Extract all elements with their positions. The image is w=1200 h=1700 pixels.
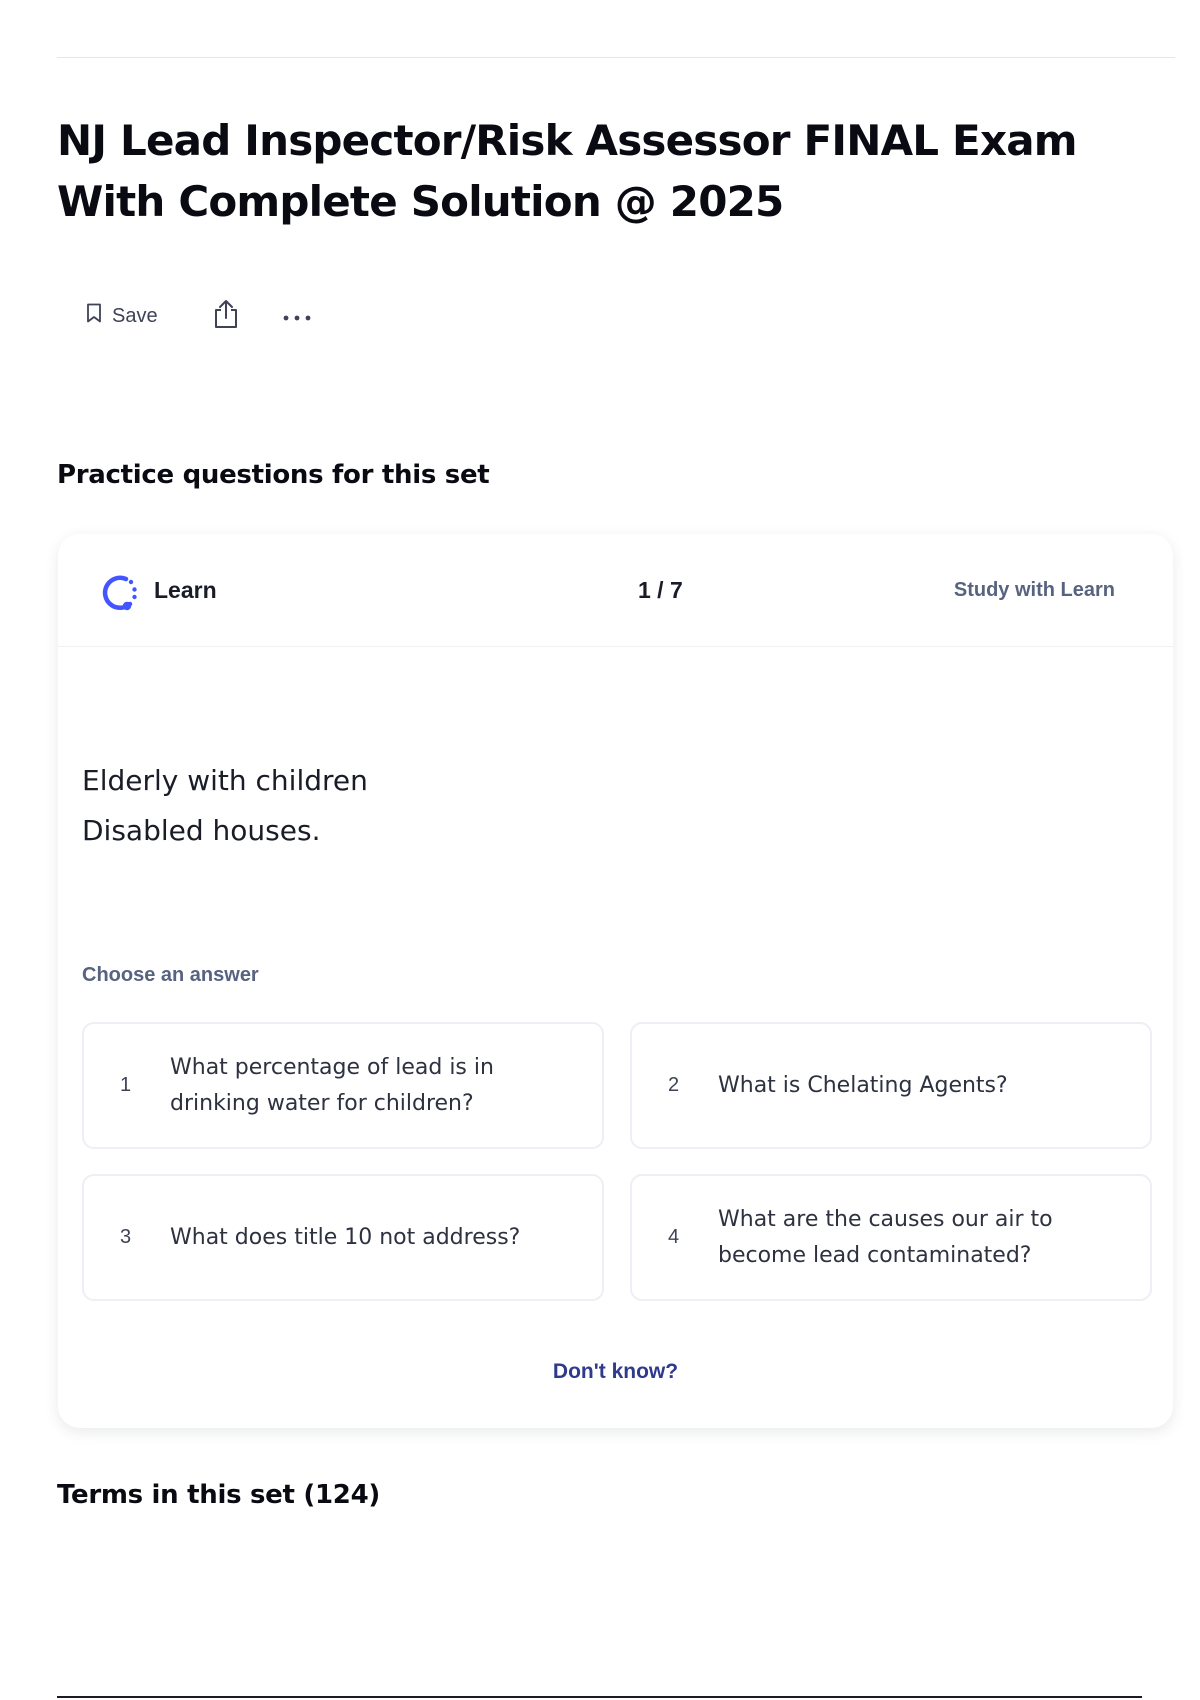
save-button[interactable]: Save	[80, 299, 164, 333]
dont-know-button[interactable]: Don't know?	[58, 1360, 1173, 1384]
answer-option-1[interactable]: 1 What percentage of lead is in drinking…	[82, 1022, 604, 1149]
answer-option-4[interactable]: 4 What are the causes our air to become …	[630, 1174, 1152, 1301]
question-progress: 1 / 7	[638, 577, 683, 603]
option-text: What is Chelating Agents?	[718, 1072, 1008, 1098]
answer-option-3[interactable]: 3 What does title 10 not address?	[82, 1174, 604, 1301]
learn-card-header: Learn 1 / 7 Study with Learn	[58, 534, 1173, 647]
terms-heading: Terms in this set (124)	[57, 1480, 380, 1510]
option-text: What does title 10 not address?	[170, 1224, 521, 1250]
prompt-line: Disabled houses.	[82, 814, 321, 847]
option-number: 3	[120, 1226, 132, 1248]
share-button[interactable]	[212, 298, 240, 334]
save-label: Save	[112, 304, 158, 327]
top-divider	[57, 57, 1175, 58]
option-number: 4	[668, 1226, 680, 1248]
answer-option-2[interactable]: 2 What is Chelating Agents?	[630, 1022, 1152, 1149]
study-with-learn-link[interactable]: Study with Learn	[954, 579, 1115, 602]
option-number: 2	[668, 1074, 680, 1096]
learn-progress-icon	[96, 570, 140, 614]
question-prompt: Elderly with children Disabled houses.	[82, 756, 368, 856]
page: NJ Lead Inspector/Risk Assessor FINAL Ex…	[0, 0, 1200, 1700]
option-text: What are the causes our air to become le…	[718, 1206, 1053, 1268]
learn-mode-label: Learn	[154, 577, 217, 603]
bottom-divider	[57, 1696, 1142, 1698]
more-options-button[interactable]	[282, 307, 312, 326]
learn-card: Learn 1 / 7 Study with Learn Elderly wit…	[58, 534, 1173, 1428]
choose-answer-label: Choose an answer	[82, 964, 259, 986]
bookmark-icon	[86, 303, 102, 329]
option-text: What percentage of lead is in drinking w…	[170, 1054, 494, 1116]
more-horizontal-icon	[282, 307, 312, 326]
page-title: NJ Lead Inspector/Risk Assessor FINAL Ex…	[57, 116, 1078, 226]
prompt-line: Elderly with children	[82, 764, 368, 797]
answer-options: 1 What percentage of lead is in drinking…	[82, 1022, 1152, 1301]
action-bar: Save	[80, 296, 312, 336]
practice-heading: Practice questions for this set	[57, 460, 490, 490]
share-icon	[212, 298, 240, 334]
option-number: 1	[120, 1074, 132, 1096]
